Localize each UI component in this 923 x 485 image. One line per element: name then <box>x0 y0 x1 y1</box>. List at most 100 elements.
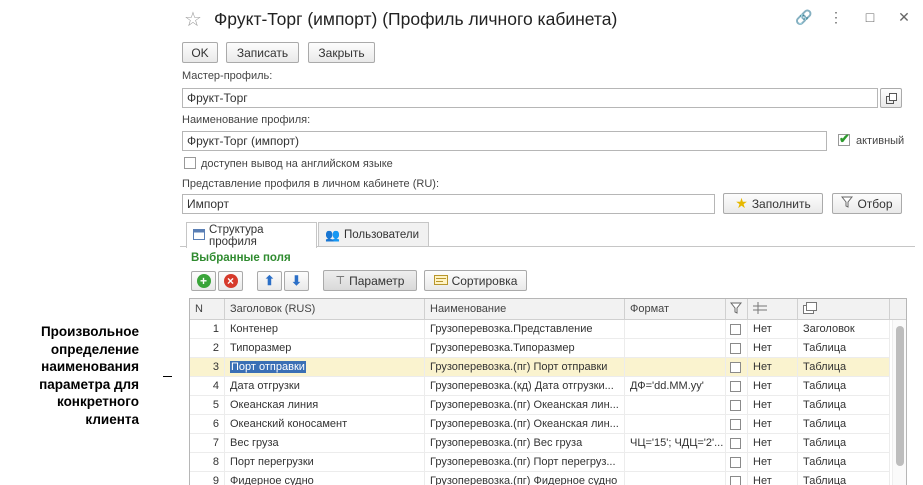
row-type[interactable]: Таблица <box>798 339 890 358</box>
profile-name-field[interactable]: Фрукт-Торг (импорт) <box>182 131 827 151</box>
table-row[interactable]: 3 Порт отправки Грузоперевозка.(пг) Порт о… <box>190 358 890 377</box>
fill-button[interactable]: ★ Заполнить <box>723 193 823 214</box>
row-checkbox[interactable] <box>730 381 741 392</box>
row-flag[interactable]: Нет <box>748 453 798 472</box>
row-title[interactable]: Вес груза <box>225 434 425 453</box>
row-type[interactable]: Таблица <box>798 434 890 453</box>
row-name[interactable]: Грузоперевозка.(пг) Порт перегруз... <box>425 453 625 472</box>
favorite-star-icon[interactable]: ☆ <box>184 7 202 32</box>
row-format[interactable] <box>625 453 726 472</box>
row-format[interactable]: ЧЦ='15'; ЧДЦ='2'... <box>625 434 726 453</box>
row-type[interactable]: Таблица <box>798 415 890 434</box>
row-title[interactable]: Дата отгрузки <box>225 377 425 396</box>
row-flag[interactable]: Нет <box>748 339 798 358</box>
row-checkbox[interactable] <box>730 457 741 468</box>
move-down-button[interactable]: ⬇ <box>284 271 309 291</box>
row-checkbox[interactable] <box>730 324 741 335</box>
row-type[interactable]: Заголовок <box>798 320 890 339</box>
tab-users[interactable]: 👥 Пользователи <box>318 222 429 247</box>
row-type[interactable]: Таблица <box>798 377 890 396</box>
ok-button[interactable]: OK <box>182 42 218 63</box>
title-bar: ☆ Фрукт-Торг (импорт) (Профиль личного к… <box>172 0 923 38</box>
table-scrollbar[interactable] <box>892 320 906 485</box>
row-checkbox[interactable] <box>730 476 741 485</box>
move-up-button[interactable]: ⬆ <box>257 271 282 291</box>
parameter-button[interactable]: ⊤ Параметр <box>323 270 417 291</box>
row-flag[interactable]: Нет <box>748 377 798 396</box>
english-output-checkbox[interactable] <box>184 157 196 169</box>
maximize-icon[interactable]: □ <box>863 9 877 26</box>
row-title[interactable]: Типоразмер <box>225 339 425 358</box>
row-name[interactable]: Грузоперевозка.(пг) Вес груза <box>425 434 625 453</box>
open-icon[interactable] <box>880 88 902 108</box>
column-header-n[interactable]: N <box>190 299 225 320</box>
row-checkbox[interactable] <box>730 343 741 354</box>
delete-button[interactable]: × <box>218 271 243 291</box>
row-format[interactable]: ДФ='dd.MM.yy' <box>625 377 726 396</box>
master-profile-field[interactable]: Фрукт-Торг <box>182 88 878 108</box>
row-format[interactable] <box>625 415 726 434</box>
row-type[interactable]: Таблица <box>798 396 890 415</box>
row-title[interactable]: Океанский коносамент <box>225 415 425 434</box>
row-flag[interactable]: Нет <box>748 358 798 377</box>
column-header-name[interactable]: Наименование <box>425 299 625 320</box>
row-name[interactable]: Грузоперевозка.(пг) Фидерное судно <box>425 472 625 485</box>
row-checkbox[interactable] <box>730 400 741 411</box>
table-row[interactable]: 2 Типоразмер Грузоперевозка.Типоразмер Нет Т… <box>190 339 890 358</box>
profile-window: ☆ Фрукт-Торг (импорт) (Профиль личного к… <box>172 0 923 485</box>
active-checkbox[interactable] <box>838 131 850 147</box>
row-flag[interactable]: Нет <box>748 320 798 339</box>
column-header-grid[interactable] <box>748 299 798 320</box>
table-row[interactable]: 7 Вес груза Грузоперевозка.(пг) Вес груза Ч… <box>190 434 890 453</box>
row-name[interactable]: Грузоперевозка.Типоразмер <box>425 339 625 358</box>
save-button[interactable]: Записать <box>226 42 299 63</box>
row-flag[interactable]: Нет <box>748 415 798 434</box>
row-flag[interactable]: Нет <box>748 396 798 415</box>
table-row[interactable]: 9 Фидерное судно Грузоперевозка.(пг) Фидер… <box>190 472 890 485</box>
row-name[interactable]: Грузоперевозка.(пг) Порт отправки <box>425 358 625 377</box>
row-title[interactable]: Фидерное судно <box>225 472 425 485</box>
row-format[interactable] <box>625 396 726 415</box>
tab-profile-structure[interactable]: Структура профиля <box>186 222 317 248</box>
row-title[interactable]: Океанская линия <box>225 396 425 415</box>
table-row[interactable]: 6 Океанский коносамент Грузоперевозка.(пг)… <box>190 415 890 434</box>
row-flag[interactable]: Нет <box>748 434 798 453</box>
row-type[interactable]: Таблица <box>798 358 890 377</box>
row-type[interactable]: Таблица <box>798 472 890 485</box>
row-name[interactable]: Грузоперевозка.(кд) Дата отгрузки... <box>425 377 625 396</box>
column-header-format[interactable]: Формат <box>625 299 726 320</box>
row-checkbox[interactable] <box>730 438 741 449</box>
more-icon[interactable]: ⋮ <box>829 9 843 26</box>
row-format[interactable] <box>625 358 726 377</box>
close-button[interactable]: Закрыть <box>308 42 375 63</box>
row-type[interactable]: Таблица <box>798 453 890 472</box>
scrollbar-thumb[interactable] <box>896 326 904 466</box>
add-button[interactable]: + <box>191 271 216 291</box>
row-title[interactable]: Порт отправки <box>225 358 425 377</box>
table-row[interactable]: 8 Порт перегрузки Грузоперевозка.(пг) Порт… <box>190 453 890 472</box>
sort-button[interactable]: Сортировка <box>424 270 527 291</box>
column-header-filter[interactable] <box>726 299 748 320</box>
row-title[interactable]: Порт перегрузки <box>225 453 425 472</box>
row-checkbox[interactable] <box>730 419 741 430</box>
profile-representation-field[interactable]: Импорт <box>182 194 715 214</box>
row-format[interactable] <box>625 320 726 339</box>
row-name[interactable]: Грузоперевозка.Представление <box>425 320 625 339</box>
table-row[interactable]: 1 Контенер Грузоперевозка.Представление Нет… <box>190 320 890 339</box>
row-title[interactable]: Контенер <box>225 320 425 339</box>
column-header-type[interactable] <box>798 299 890 320</box>
filter-button[interactable]: Отбор <box>832 193 902 214</box>
profile-representation-label: Представление профиля в личном кабинете … <box>182 178 439 190</box>
table-row[interactable]: 5 Океанская линия Грузоперевозка.(пг) Океа… <box>190 396 890 415</box>
row-name[interactable]: Грузоперевозка.(пг) Океанская лин... <box>425 396 625 415</box>
close-icon[interactable]: ✕ <box>897 9 911 26</box>
row-flag[interactable]: Нет <box>748 472 798 485</box>
link-icon[interactable]: 🔗 <box>795 9 812 26</box>
row-format[interactable] <box>625 339 726 358</box>
row-name[interactable]: Грузоперевозка.(пг) Океанская лин... <box>425 415 625 434</box>
delete-x-icon: × <box>223 274 238 288</box>
row-format[interactable] <box>625 472 726 485</box>
row-checkbox[interactable] <box>730 362 741 373</box>
table-row[interactable]: 4 Дата отгрузки Грузоперевозка.(кд) Дата о… <box>190 377 890 396</box>
column-header-title[interactable]: Заголовок (RUS) <box>225 299 425 320</box>
